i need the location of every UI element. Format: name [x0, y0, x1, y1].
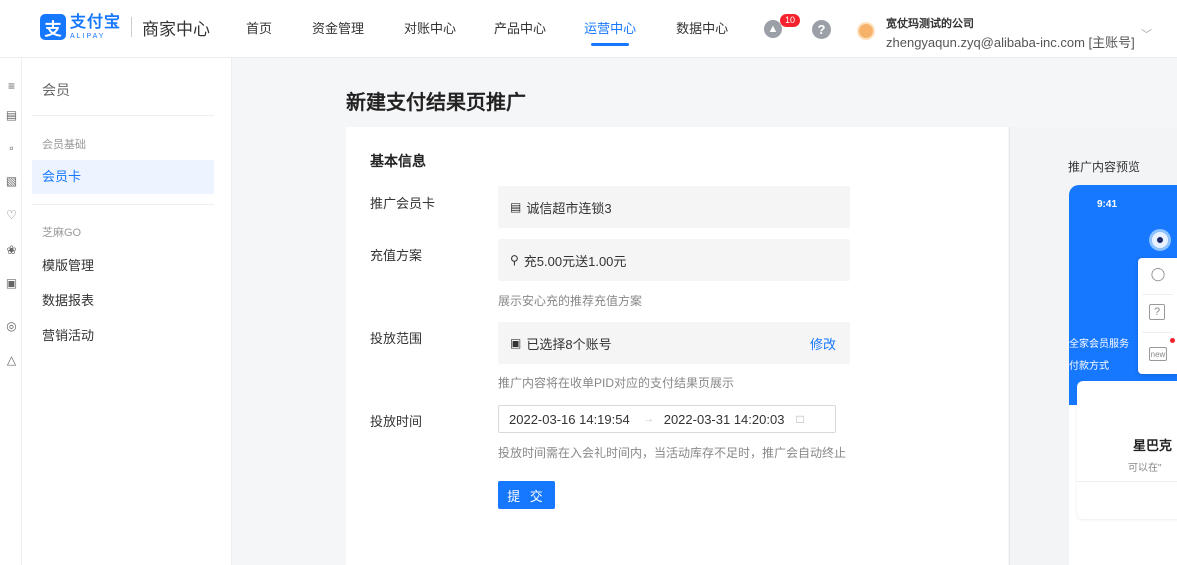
floating-toolbar: ◯ ? new	[1138, 258, 1177, 374]
member-card-field[interactable]: ▤ 诚信超市连锁3	[498, 186, 850, 228]
phone-preview: 9:41 全家会员服务 付款方式 星巴克 可以在"	[1069, 185, 1177, 565]
start-time[interactable]: 2022-03-16 14:19:54	[509, 412, 630, 427]
scope-label: 投放范围	[370, 331, 423, 346]
recharge-plan-label: 充值方案	[370, 248, 423, 263]
phone-text-payment: 付款方式	[1069, 361, 1109, 372]
app-name: 商家中心	[142, 19, 211, 39]
user-info[interactable]: 宽仗玛测试的公司 zhengyaqun.zyq@alibaba-inc.com …	[886, 15, 1135, 51]
sidebar-title: 会员	[42, 82, 70, 98]
new-dot-indicator	[1170, 338, 1175, 343]
new-icon[interactable]: new	[1149, 347, 1167, 361]
end-time[interactable]: 2022-03-31 14:20:03	[664, 412, 785, 427]
recharge-plan-value: 充5.00元送1.00元	[523, 253, 627, 269]
company-name: 宽仗玛测试的公司	[886, 18, 974, 30]
account-email: zhengyaqun.zyq@alibaba-inc.com [主账号]	[886, 35, 1135, 50]
recharge-plan-hint: 展示安心充的推荐充值方案	[498, 294, 643, 308]
nav-data[interactable]: 数据中心	[676, 0, 728, 58]
logo-cn: 支付宝	[70, 13, 122, 31]
toolbar-divider	[1142, 332, 1173, 333]
scope-value: 已选择8个账号	[526, 336, 612, 352]
sprout-icon[interactable]: △	[5, 354, 18, 367]
sidebar-item-member-card[interactable]: 会员卡	[32, 160, 214, 194]
card-icon: ▤	[510, 200, 522, 214]
account-icon: ▣	[510, 336, 522, 350]
alipay-logo[interactable]: 支 支付宝 ALIPAY 商家中心	[40, 14, 210, 40]
gift-icon[interactable]: ▧	[5, 175, 18, 188]
arrow-right-icon: →	[643, 413, 654, 425]
sidebar-item-reports[interactable]: 数据报表	[32, 284, 214, 318]
mascot-icon	[1149, 229, 1171, 251]
sidebar-group-member-basics: 会员基础	[42, 139, 86, 151]
document-icon[interactable]: ▫	[5, 142, 18, 155]
scope-hint: 推广内容将在收单PID对应的支付结果页展示	[498, 376, 735, 390]
logo-divider	[131, 17, 133, 37]
toolbar-divider	[1142, 294, 1173, 295]
phone-time: 9:41	[1097, 199, 1118, 210]
recharge-plan-field[interactable]: ⚲ 充5.00元送1.00元	[498, 239, 850, 281]
phone-brand: 星巴克	[1133, 438, 1173, 453]
phone-subtext: 可以在"	[1128, 463, 1162, 474]
nav-reconciliation[interactable]: 对账中心	[404, 0, 456, 58]
alipay-logo-mark: 支	[40, 14, 66, 40]
coupon-icon[interactable]: ▣	[5, 277, 18, 290]
phone-card-divider	[1077, 481, 1177, 482]
phone-merchant-card: 星巴克 可以在"	[1077, 381, 1177, 519]
preview-title: 推广内容预览	[1068, 160, 1141, 174]
nav-home[interactable]: 首页	[246, 0, 272, 58]
heart-icon[interactable]: ♡	[5, 209, 18, 222]
notification-badge: 10	[780, 14, 801, 27]
top-header: 支 支付宝 ALIPAY 商家中心 首页 资金管理 对账中心 产品中心 运营中心…	[0, 0, 1177, 58]
bulb-icon: ⚲	[510, 253, 519, 267]
chevron-down-icon[interactable]: ﹀	[1141, 26, 1152, 42]
logo-en: ALIPAY	[70, 32, 106, 40]
section-title: 基本信息	[370, 153, 426, 169]
page-title: 新建支付结果页推广	[346, 92, 526, 114]
member-card-label: 推广会员卡	[370, 196, 436, 211]
time-label: 投放时间	[370, 414, 423, 429]
top-nav: 首页 资金管理 对账中心 产品中心 运营中心 数据中心	[230, 0, 728, 58]
badge-icon[interactable]: ❀	[5, 244, 18, 257]
icon-rail: ≡ ▤ ▫ ▧ ♡ ❀ ▣ ◎ △	[0, 58, 22, 565]
sidebar-divider	[32, 115, 214, 116]
target-icon[interactable]: ◎	[5, 320, 18, 333]
sidebar-item-templates[interactable]: 模版管理	[32, 249, 214, 283]
sidebar: 会员 会员基础 会员卡 芝麻GO 模版管理 数据报表 营销活动	[22, 58, 232, 565]
menu-icon[interactable]: ≡	[5, 80, 18, 93]
alipay-logo-text: 支付宝 ALIPAY	[70, 13, 122, 40]
scope-field: ▣ 已选择8个账号 修改	[498, 322, 850, 364]
nav-products[interactable]: 产品中心	[494, 0, 546, 58]
help-icon[interactable]: ?	[812, 20, 831, 39]
calendar-icon[interactable]: □	[796, 412, 803, 426]
avatar[interactable]	[857, 22, 875, 40]
edit-scope-link[interactable]: 修改	[810, 334, 836, 353]
phone-text-member: 全家会员服务	[1069, 339, 1129, 350]
bell-icon[interactable]: ▲	[764, 20, 782, 38]
date-range-picker[interactable]: 2022-03-16 14:19:54 → 2022-03-31 14:20:0…	[498, 405, 836, 433]
form-card: 基本信息 推广会员卡 ▤ 诚信超市连锁3 充值方案 ⚲ 充5.00元送1.00元…	[346, 127, 1008, 565]
nav-funds[interactable]: 资金管理	[312, 0, 364, 58]
nav-operations[interactable]: 运营中心	[584, 0, 636, 58]
headset-icon[interactable]: ◯	[1149, 265, 1167, 283]
sidebar-item-campaigns[interactable]: 营销活动	[32, 319, 214, 353]
submit-button[interactable]: 提 交	[498, 481, 555, 509]
help-icon[interactable]: ?	[1149, 304, 1165, 320]
sidebar-divider	[32, 204, 214, 205]
sidebar-group-zhima-go: 芝麻GO	[42, 227, 82, 239]
chart-icon[interactable]: ▤	[5, 109, 18, 122]
member-card-value: 诚信超市连锁3	[526, 200, 612, 216]
time-hint: 投放时间需在入会礼时间内，当活动库存不足时，推广会自动终止	[498, 446, 847, 460]
